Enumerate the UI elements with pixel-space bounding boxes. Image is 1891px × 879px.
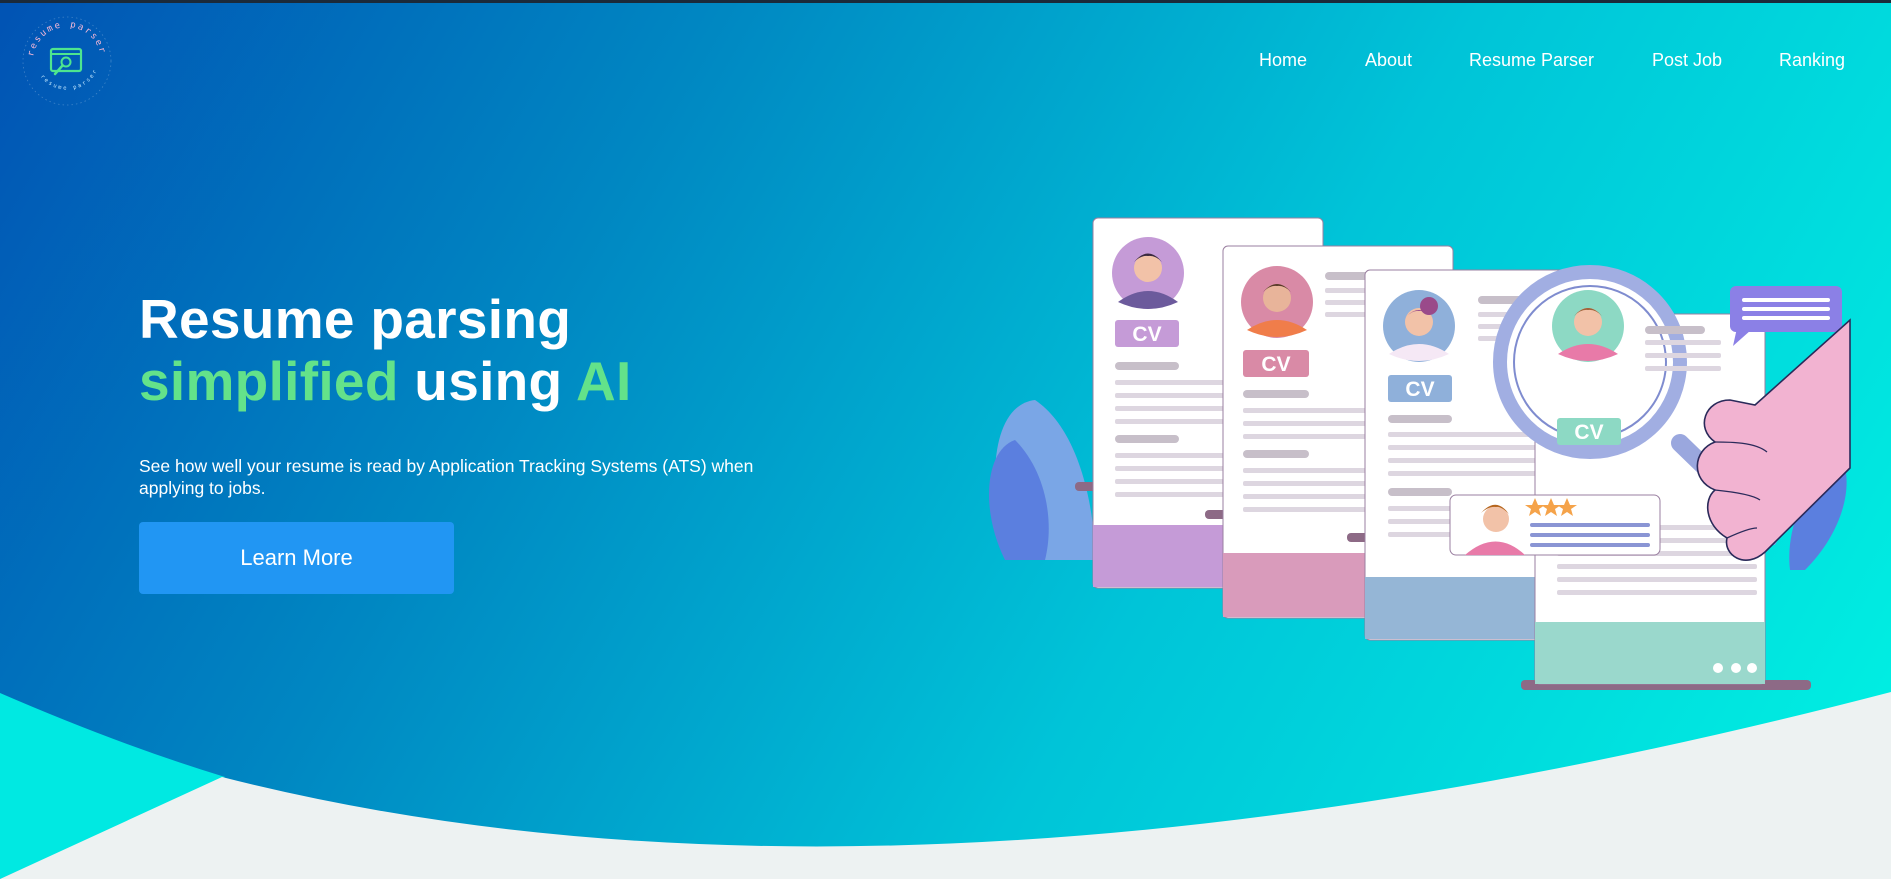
- resume-search-icon: [49, 47, 83, 76]
- hero-description: See how well your resume is read by Appl…: [139, 455, 754, 498]
- profile-rating-card: [1449, 494, 1661, 556]
- resume-illustration: CV CV CV CV: [988, 217, 1851, 690]
- top-border: [0, 0, 1891, 3]
- hero-title: Resume parsing simplified using AI: [139, 288, 632, 412]
- cv-label-4: CV: [1574, 421, 1603, 444]
- logo-ring-text-top: resume parser: [26, 20, 105, 57]
- hero-title-using: using: [398, 350, 576, 412]
- hero-title-highlight-ai: AI: [576, 350, 632, 412]
- cv-label-3: CV: [1405, 378, 1434, 401]
- cv-label-1: CV: [1132, 323, 1161, 346]
- hero-title-line2: simplified using AI: [139, 350, 632, 412]
- hero-title-highlight-simplified: simplified: [139, 350, 399, 412]
- learn-more-button[interactable]: Learn More: [139, 522, 454, 594]
- hero-title-line1: Resume parsing: [139, 288, 572, 350]
- svg-text:resume parser: resume parser: [26, 20, 107, 57]
- cv-label-2: CV: [1261, 353, 1290, 376]
- leaf-decoration-left: [988, 400, 1095, 560]
- logo[interactable]: resume parser resume parser: [20, 14, 114, 108]
